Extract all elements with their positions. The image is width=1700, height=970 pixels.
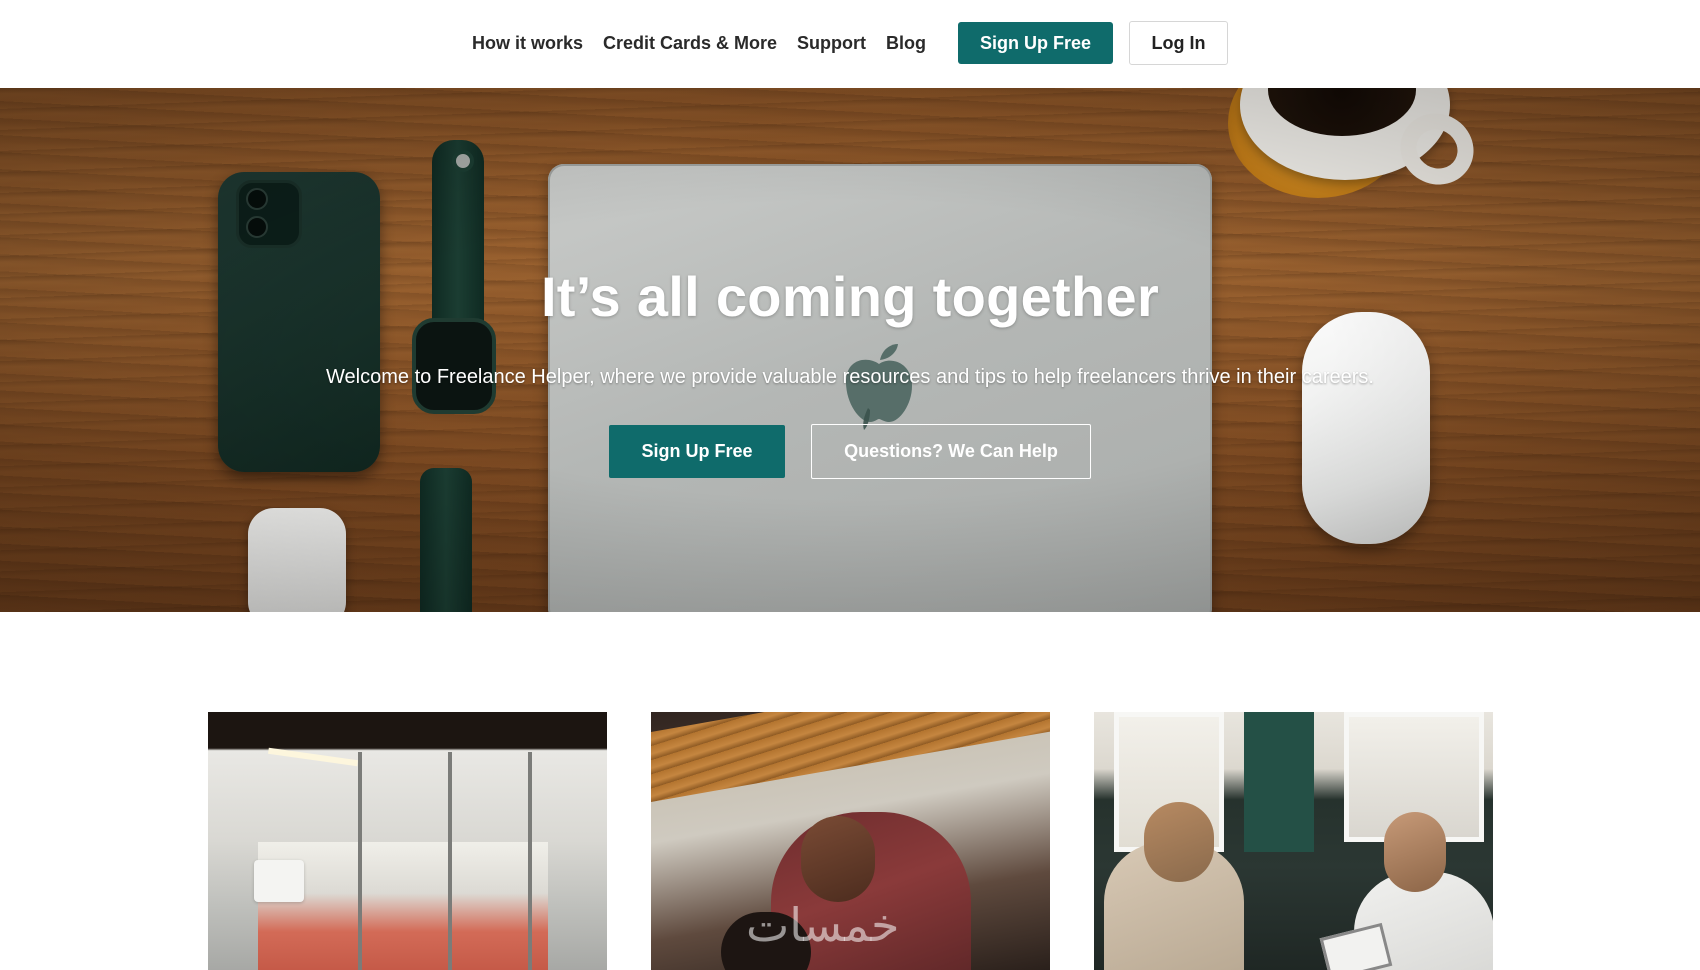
card-office-image[interactable] — [208, 712, 607, 970]
nav-signup-button[interactable]: Sign Up Free — [958, 22, 1113, 64]
ceiling-light — [268, 747, 358, 767]
watermark-logo: خمسات — [746, 898, 900, 952]
green-wall — [1244, 712, 1314, 852]
hero-section: It’s all coming together Welcome to Free… — [0, 88, 1700, 612]
air-conditioner — [254, 860, 304, 902]
hero-subtitle: Welcome to Freelance Helper, where we pr… — [326, 366, 1374, 388]
wood-shelf — [651, 712, 1050, 802]
nav-link-blog[interactable]: Blog — [886, 33, 926, 54]
nav-links: How it works Credit Cards & More Support… — [0, 0, 1700, 88]
hero-overlay — [0, 88, 1700, 612]
hero-help-button[interactable]: Questions? We Can Help — [811, 424, 1091, 479]
window-frame — [528, 752, 532, 970]
man-head — [1384, 812, 1446, 892]
nav-link-support[interactable]: Support — [797, 33, 866, 54]
man-head — [801, 816, 875, 902]
nav-login-button[interactable]: Log In — [1129, 21, 1228, 65]
top-navigation: How it works Credit Cards & More Support… — [0, 0, 1700, 88]
tablet — [1319, 922, 1393, 970]
woman-head — [1144, 802, 1214, 882]
window-frame — [448, 752, 452, 970]
hero-signup-button[interactable]: Sign Up Free — [609, 425, 785, 478]
nav-link-credit-cards[interactable]: Credit Cards & More — [603, 33, 777, 54]
nav-link-how-it-works[interactable]: How it works — [472, 33, 583, 54]
window-frame — [358, 752, 362, 970]
card-meeting-image[interactable] — [1094, 712, 1493, 970]
hero-title: It’s all coming together — [540, 265, 1160, 328]
